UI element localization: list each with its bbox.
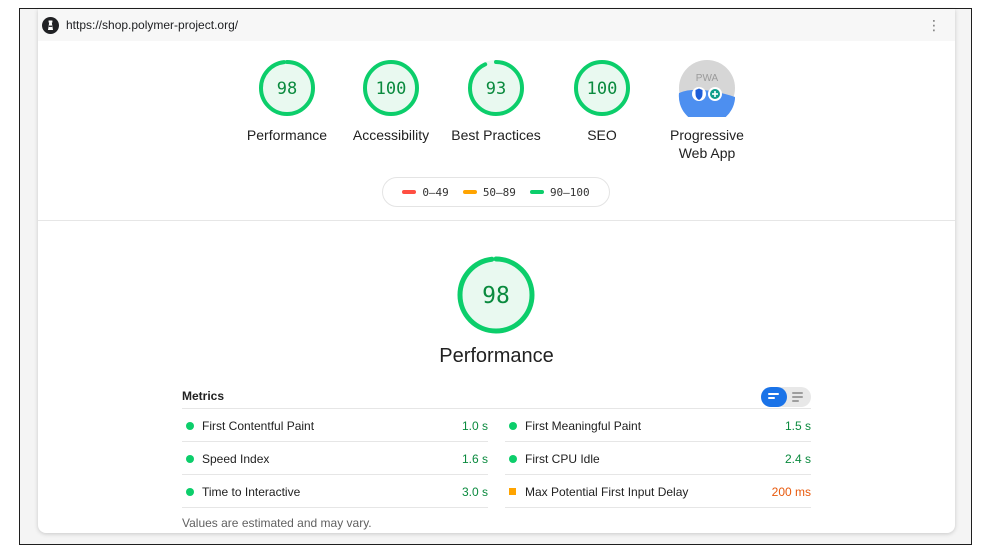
score-gauge: 98 bbox=[259, 60, 315, 116]
lighthouse-logo-icon bbox=[42, 17, 59, 34]
gauge-accessibility[interactable]: 100 Accessibility bbox=[336, 59, 446, 144]
metric-value: 1.5 s bbox=[784, 419, 811, 433]
pwa-badge-text: PWA bbox=[696, 73, 719, 84]
legend-range: 0–49 bbox=[422, 185, 449, 199]
metrics-title: Metrics bbox=[182, 389, 225, 403]
legend-average: 50–89 bbox=[462, 185, 516, 199]
pwa-badge-icon: PWA bbox=[678, 60, 735, 117]
metric-value: 2.4 s bbox=[784, 452, 811, 466]
metrics-header: Metrics bbox=[182, 387, 811, 409]
metric-name: Speed Index bbox=[202, 452, 270, 466]
legend-fail: 0–49 bbox=[402, 186, 449, 199]
gauge-label: Best Practices bbox=[451, 127, 541, 143]
metric-row[interactable]: First CPU Idle 2.4 s bbox=[505, 442, 811, 475]
category-gauges: 98 Performance 100 Accessibility 93 Best… bbox=[38, 59, 955, 179]
gauge-score: 93 bbox=[486, 79, 506, 99]
metrics-footnote: Values are estimated and may vary. bbox=[182, 516, 372, 530]
expanded-view-icon[interactable] bbox=[787, 387, 811, 407]
pass-indicator-icon bbox=[186, 488, 194, 496]
pass-indicator-icon bbox=[186, 422, 194, 430]
legend-swatch bbox=[529, 190, 544, 194]
pass-indicator-icon bbox=[186, 455, 194, 463]
gauge-label: Accessibility bbox=[352, 127, 430, 143]
gauge-label: Performance bbox=[246, 127, 328, 143]
metric-name: Time to Interactive bbox=[202, 485, 301, 499]
gauge-label: Progressive Web App bbox=[652, 126, 762, 162]
metric-name: Max Potential First Input Delay bbox=[525, 485, 689, 499]
metrics-view-toggle[interactable] bbox=[761, 387, 811, 407]
gauge-label: SEO bbox=[587, 127, 617, 143]
metric-value: 1.0 s bbox=[461, 419, 488, 433]
pass-indicator-icon bbox=[509, 455, 517, 463]
compact-view-icon[interactable] bbox=[761, 387, 787, 407]
average-indicator-icon bbox=[509, 488, 516, 495]
main-score: 98 bbox=[482, 283, 510, 309]
gauge-best-practices[interactable]: 93 Best Practices bbox=[441, 59, 551, 144]
performance-main-gauge: 98 bbox=[457, 256, 535, 334]
metric-value: 1.6 s bbox=[461, 452, 488, 466]
gauge-seo[interactable]: 100 SEO bbox=[547, 59, 657, 144]
legend-range: 50–89 bbox=[482, 185, 516, 199]
metrics-column-left: First Contentful Paint 1.0 s Speed Index… bbox=[182, 409, 488, 508]
pass-indicator-icon bbox=[509, 422, 517, 430]
pwa-label-line2: Web App bbox=[678, 145, 736, 161]
report-card: https://shop.polymer-project.org/ ⋮ 98 P… bbox=[38, 9, 955, 533]
legend-pass: 90–100 bbox=[529, 185, 590, 199]
pwa-label-line1: Progressive bbox=[670, 127, 744, 143]
section-title: Performance bbox=[439, 345, 554, 367]
report-url[interactable]: https://shop.polymer-project.org/ bbox=[66, 18, 238, 32]
gauge-pwa[interactable]: PWA Progressive Web App bbox=[652, 59, 762, 162]
metric-name: First CPU Idle bbox=[525, 452, 600, 466]
score-gauge: 100 bbox=[574, 60, 630, 116]
section-divider bbox=[38, 220, 955, 221]
score-legend: 0–49 50–89 90–100 bbox=[382, 177, 610, 207]
report-topbar: https://shop.polymer-project.org/ ⋮ bbox=[38, 9, 955, 41]
metric-name: First Meaningful Paint bbox=[525, 419, 642, 433]
metric-row[interactable]: Speed Index 1.6 s bbox=[182, 442, 488, 475]
gauge-score: 98 bbox=[277, 79, 297, 99]
report-frame: https://shop.polymer-project.org/ ⋮ 98 P… bbox=[19, 8, 972, 545]
metric-row[interactable]: First Contentful Paint 1.0 s bbox=[182, 409, 488, 442]
legend-swatch bbox=[462, 190, 477, 194]
metric-value: 3.0 s bbox=[461, 485, 488, 499]
score-gauge: 93 bbox=[468, 60, 524, 116]
legend-range: 90–100 bbox=[549, 185, 590, 199]
metric-row[interactable]: Max Potential First Input Delay 200 ms bbox=[505, 475, 811, 508]
score-gauge: 100 bbox=[363, 60, 419, 116]
metric-name: First Contentful Paint bbox=[202, 419, 315, 433]
more-options-icon[interactable]: ⋮ bbox=[927, 18, 941, 32]
gauge-score: 100 bbox=[376, 79, 407, 99]
gauge-performance[interactable]: 98 Performance bbox=[232, 59, 342, 144]
metric-value: 200 ms bbox=[771, 485, 811, 499]
metrics-column-right: First Meaningful Paint 1.5 s First CPU I… bbox=[505, 409, 811, 508]
gauge-score: 100 bbox=[587, 79, 618, 99]
metric-row[interactable]: Time to Interactive 3.0 s bbox=[182, 475, 488, 508]
metric-row[interactable]: First Meaningful Paint 1.5 s bbox=[505, 409, 811, 442]
legend-swatch bbox=[402, 190, 417, 194]
